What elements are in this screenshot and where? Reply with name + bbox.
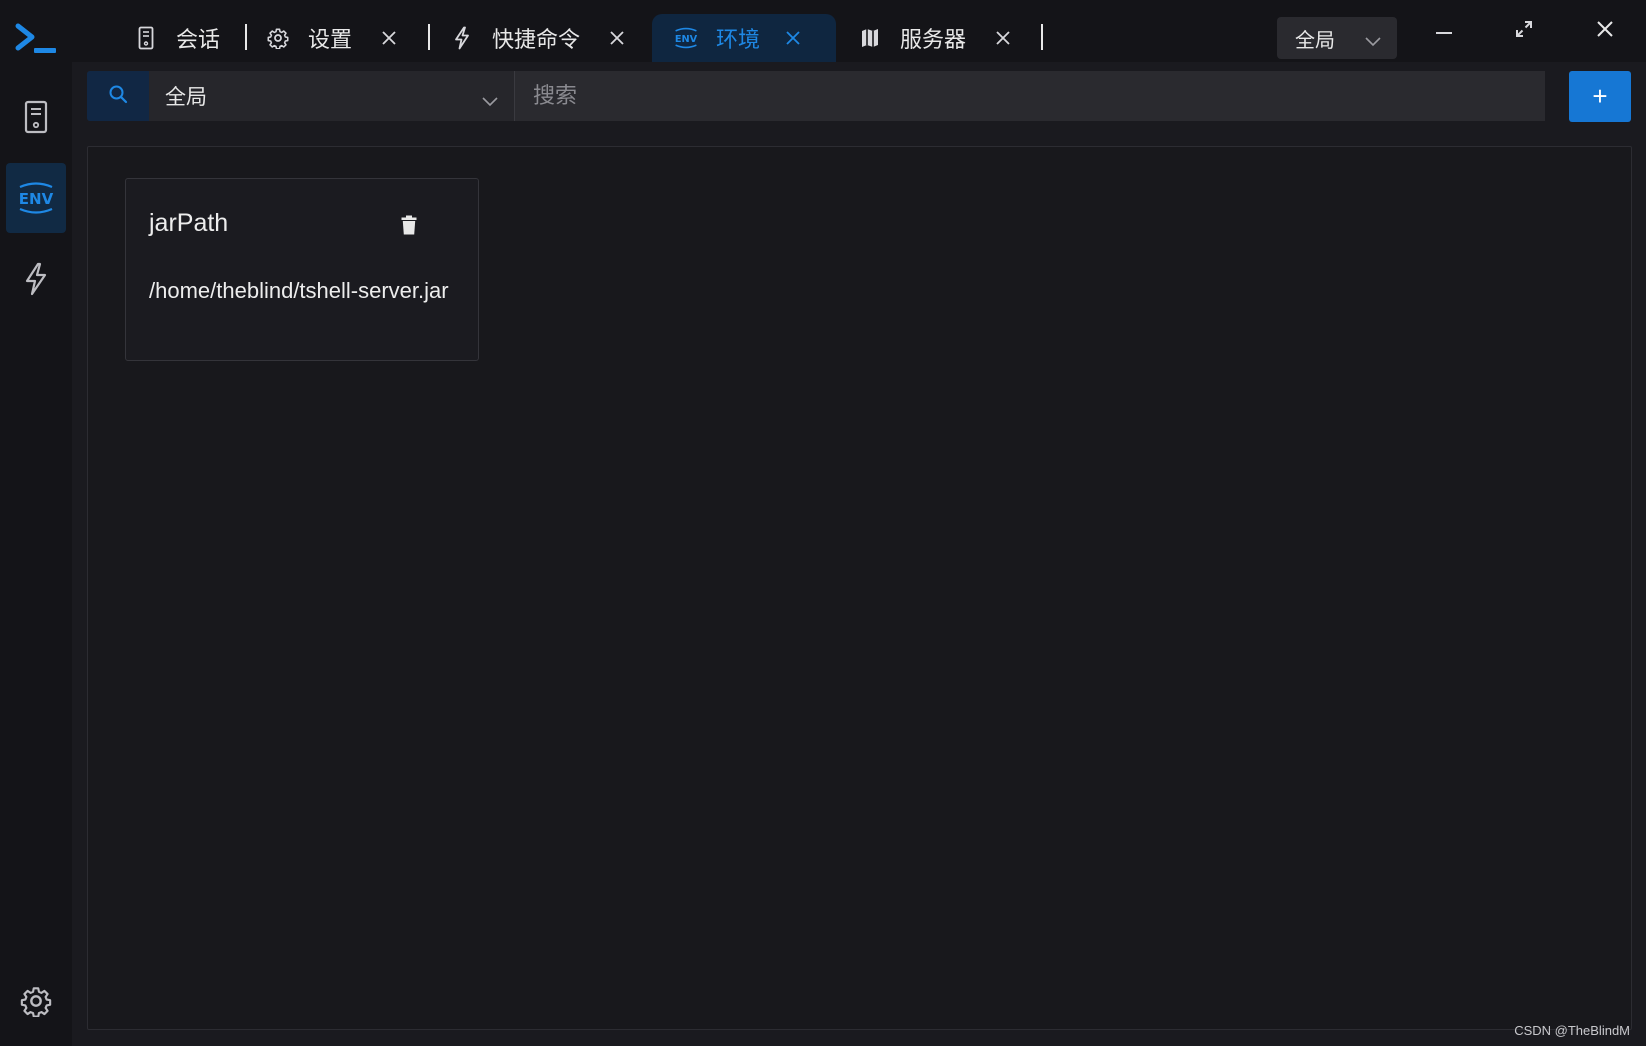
terminal-prompt-icon: [14, 22, 60, 56]
close-icon[interactable]: [992, 27, 1014, 49]
minimize-icon: [1435, 22, 1453, 40]
tab-label: 服务器: [900, 27, 967, 52]
chevron-down-icon: [1365, 30, 1381, 53]
gear-icon: [264, 24, 292, 52]
env-card[interactable]: jarPath /home/theblind/tshell-server.jar: [125, 178, 479, 361]
tab-environments[interactable]: ENV 环境: [652, 14, 836, 62]
rail-item-sessions[interactable]: [6, 82, 66, 152]
env-icon: ENV: [672, 24, 700, 52]
tab-label: 会话: [176, 27, 221, 52]
tab-label: 环境: [716, 27, 761, 52]
tab-divider: [1041, 24, 1043, 50]
scope-select-value: 全局: [1295, 29, 1335, 52]
env-list-panel: jarPath /home/theblind/tshell-server.jar: [87, 146, 1632, 1030]
delete-button[interactable]: [398, 215, 420, 239]
rail-item-environments[interactable]: ENV: [6, 163, 66, 233]
app-window: ENV 会话 设置 快捷命令 ENV 环境 服务器 全局 全局 搜索 + jar…: [0, 0, 1646, 1046]
close-window-button[interactable]: [1585, 14, 1625, 48]
map-icon: [856, 24, 884, 52]
tab-sessions[interactable]: 会话: [132, 14, 220, 62]
search-button[interactable]: [87, 71, 149, 121]
env-icon: ENV: [16, 178, 56, 218]
tab-servers[interactable]: 服务器: [856, 14, 1014, 62]
tab-label: 设置: [308, 27, 353, 52]
env-card-value: /home/theblind/tshell-server.jar: [149, 278, 449, 303]
server-icon: [24, 100, 48, 134]
scope-select[interactable]: 全局: [1277, 17, 1397, 59]
tab-label: 快捷命令: [492, 27, 581, 52]
env-card-name: jarPath: [149, 209, 229, 237]
trash-icon: [401, 215, 417, 240]
close-icon[interactable]: [782, 27, 804, 49]
tab-quick-commands[interactable]: 快捷命令: [448, 14, 628, 62]
tab-divider: [428, 24, 430, 50]
add-env-button[interactable]: +: [1569, 71, 1631, 122]
lightning-icon: [23, 262, 49, 296]
filter-bar: 全局: [87, 71, 1545, 121]
left-rail: ENV: [0, 0, 72, 1046]
search-icon: [108, 84, 128, 109]
svg-text:ENV: ENV: [19, 190, 54, 208]
svg-text:ENV: ENV: [675, 34, 698, 45]
rail-settings-button[interactable]: [6, 966, 66, 1036]
filter-scope-value: 全局: [165, 86, 207, 109]
tab-settings[interactable]: 设置: [264, 14, 400, 62]
gear-icon: [20, 985, 52, 1017]
close-icon[interactable]: [378, 27, 400, 49]
chevron-down-icon: [482, 89, 498, 113]
watermark: CSDN @TheBlindM: [1514, 1023, 1630, 1038]
close-icon: [1596, 20, 1614, 43]
rail-item-quick-commands[interactable]: [6, 244, 66, 314]
expand-icon: [1515, 20, 1533, 43]
filter-scope-select[interactable]: 全局: [149, 71, 515, 121]
lightning-icon: [448, 24, 476, 52]
server-icon: [132, 24, 160, 52]
tab-bar: 会话 设置 快捷命令 ENV 环境 服务器 全局: [72, 0, 1646, 62]
close-icon[interactable]: [606, 27, 628, 49]
search-input[interactable]: [515, 71, 1545, 121]
tab-divider: [245, 24, 247, 50]
fullscreen-button[interactable]: [1504, 14, 1544, 48]
minimize-button[interactable]: [1424, 14, 1464, 48]
